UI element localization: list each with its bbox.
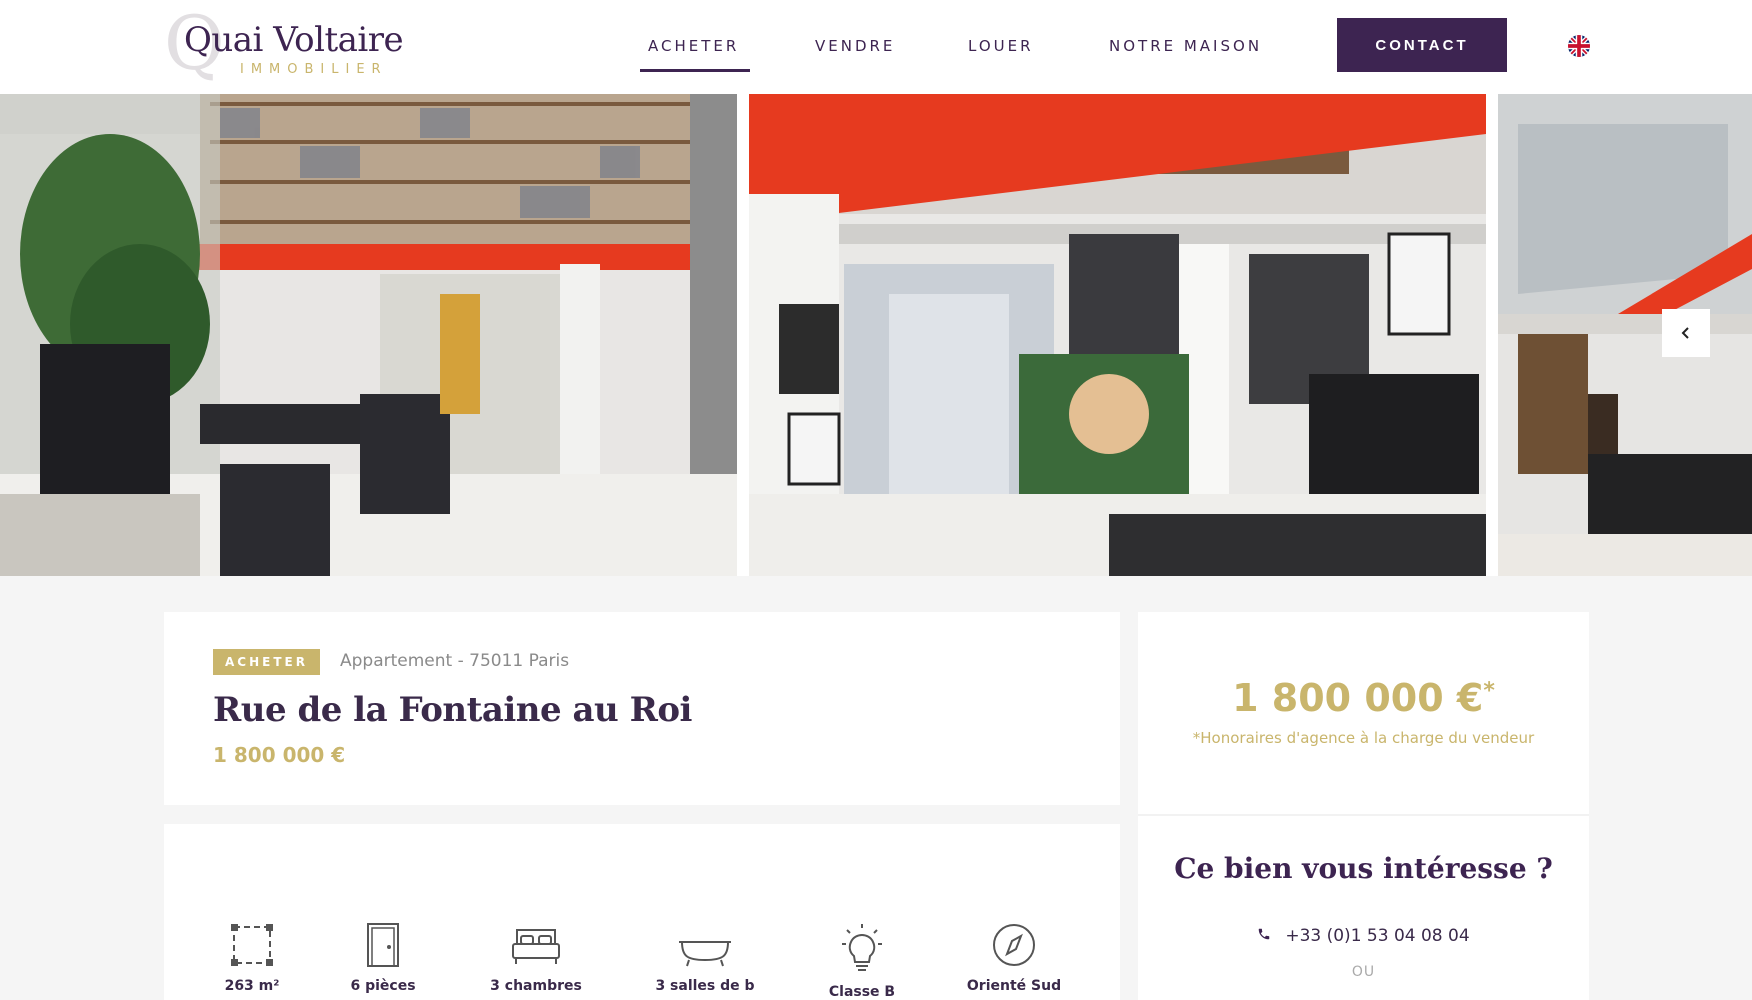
feature-rooms: 6 pièces xyxy=(308,922,458,994)
contact-button[interactable]: CONTACT xyxy=(1337,18,1507,72)
phone-icon xyxy=(1257,926,1271,946)
lightbulb-icon xyxy=(787,922,937,974)
feature-label: 263 m² xyxy=(224,978,280,994)
listing-type-badge: ACHETER xyxy=(213,649,320,675)
interest-heading: Ce bien vous intéresse ? xyxy=(1174,852,1553,885)
door-icon xyxy=(308,922,458,968)
feature-label: 3 chambres xyxy=(490,978,582,994)
listing-header-card: ACHETER Appartement - 75011 Paris Rue de… xyxy=(164,612,1120,805)
feature-label: Classe B xyxy=(828,984,896,1000)
price-contact-card: 1 800 000 €* *Honoraires d'agence à la c… xyxy=(1138,612,1589,1000)
feature-label: 6 pièces xyxy=(350,978,416,994)
feature-label: 3 salles de b xyxy=(655,978,755,994)
nav-item-acheter[interactable]: ACHETER xyxy=(648,37,739,55)
feature-label: Orienté Sud xyxy=(966,978,1062,994)
feature-orientation: Orienté Sud xyxy=(939,922,1089,994)
gallery-photo-1[interactable] xyxy=(0,94,737,576)
or-separator: OU xyxy=(1351,964,1376,980)
feature-bathrooms: 3 salles de b xyxy=(630,922,780,994)
chevron-left-icon xyxy=(1679,320,1693,346)
nav-active-indicator xyxy=(640,69,750,72)
logo-tagline: IMMOBILIER xyxy=(240,62,388,77)
listing-subtitle: Appartement - 75011 Paris xyxy=(340,651,570,671)
logo-name: Quai Voltaire xyxy=(184,20,404,60)
feature-energy-class: Classe B xyxy=(787,922,937,1000)
feature-bedrooms: 3 chambres xyxy=(461,922,611,994)
price-fees-note: *Honoraires d'agence à la charge du vend… xyxy=(1192,729,1535,747)
compass-icon xyxy=(939,922,1089,968)
nav-item-louer[interactable]: LOUER xyxy=(968,37,1034,55)
gallery-photo-2[interactable] xyxy=(749,94,1486,576)
site-header: Q Quai Voltaire IMMOBILIER ACHETER VENDR… xyxy=(0,0,1752,94)
gallery-photo-3[interactable] xyxy=(1498,94,1752,576)
features-card: 263 m² 6 pièces 3 chambres 3 salles de b… xyxy=(164,824,1120,1000)
brand-logo[interactable]: Q Quai Voltaire IMMOBILIER xyxy=(164,6,404,82)
photo-gallery xyxy=(0,94,1752,576)
nav-item-vendre[interactable]: VENDRE xyxy=(815,37,895,55)
listing-price: 1 800 000 € xyxy=(213,743,346,767)
nav-item-notre-maison[interactable]: NOTRE MAISON xyxy=(1109,37,1262,55)
price-total: 1 800 000 €* xyxy=(1232,676,1495,720)
bed-icon xyxy=(461,922,611,968)
gallery-prev-button[interactable] xyxy=(1662,309,1710,357)
card-divider xyxy=(1138,814,1589,816)
surface-icon xyxy=(177,922,327,968)
bathtub-icon xyxy=(630,922,780,968)
phone-link[interactable]: +33 (0)1 53 04 08 04 xyxy=(1138,926,1589,946)
uk-flag-icon[interactable] xyxy=(1568,35,1590,57)
feature-surface: 263 m² xyxy=(177,922,327,994)
phone-number: +33 (0)1 53 04 08 04 xyxy=(1285,926,1470,946)
listing-title: Rue de la Fontaine au Roi xyxy=(213,690,692,730)
